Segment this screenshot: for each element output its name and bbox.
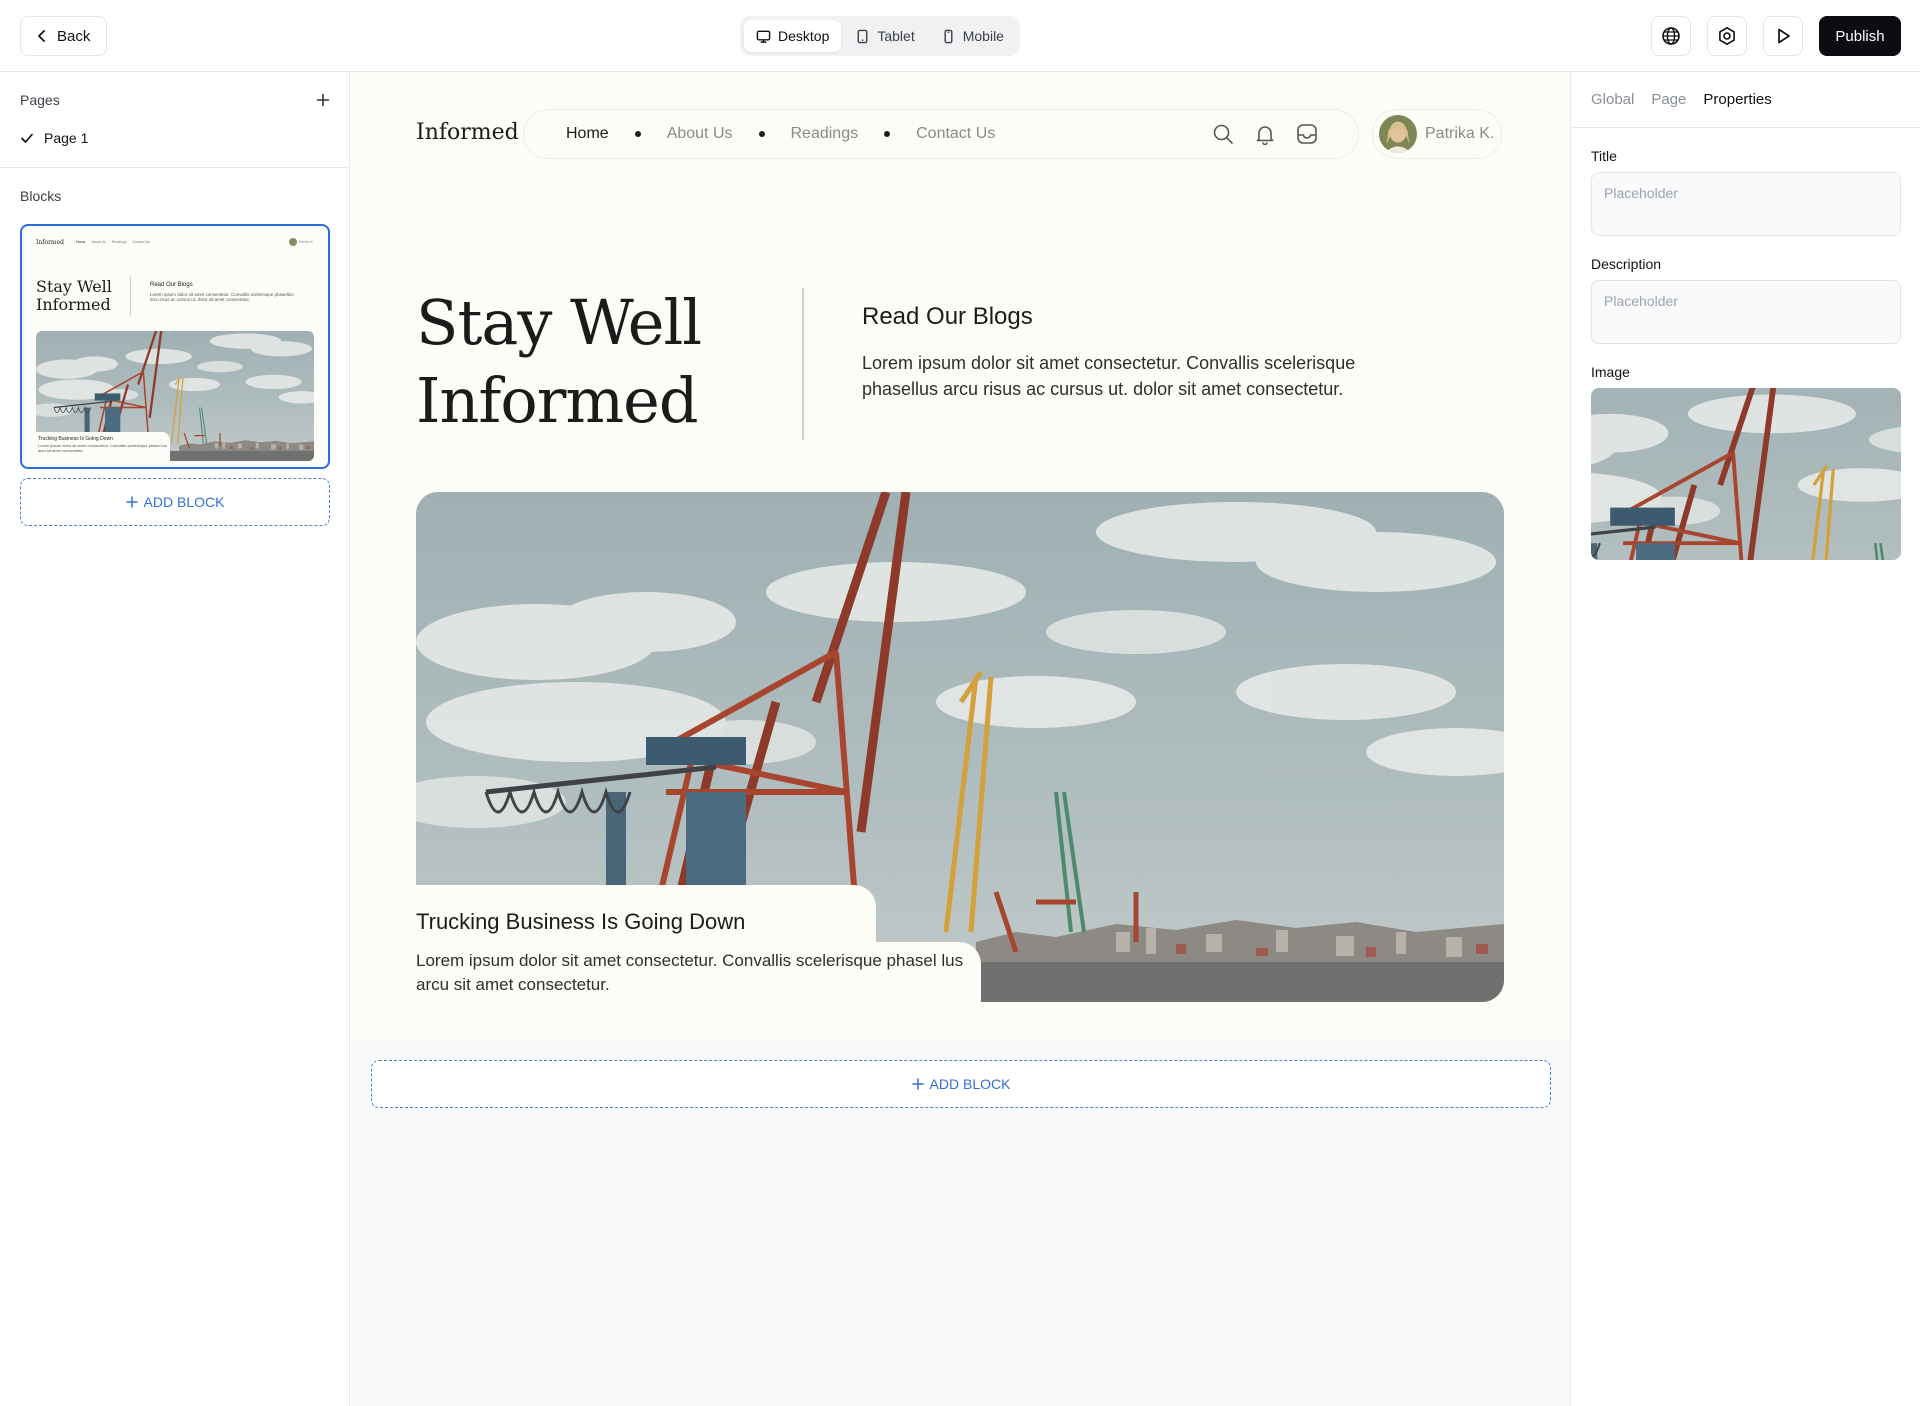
hero-title-line: Informed [416, 364, 699, 437]
block-thumbnail[interactable]: Informed Home About Us Readings Contact … [20, 224, 330, 469]
card-text[interactable]: Lorem ipsum dolor sit amet consectetur. … [416, 949, 981, 997]
check-icon [20, 131, 34, 145]
plus-icon [316, 93, 330, 107]
hero-block[interactable]: Informed Home About Us Readings Contact … [351, 72, 1570, 1040]
back-label: Back [57, 27, 91, 45]
avatar [1379, 115, 1417, 153]
thumb-nav: Informed Home About Us Readings Contact … [36, 236, 314, 248]
description-label: Description [1591, 256, 1662, 272]
left-panel: Pages Page 1 Blocks Informed Home About … [0, 72, 350, 1406]
add-block-button-canvas[interactable]: ADD BLOCK [371, 1060, 1551, 1108]
blog-text[interactable]: Lorem ipsum dolor sit amet consectetur. … [862, 350, 1402, 402]
thumb-card: Trucking Business Is Going Down Lorem ip… [36, 432, 170, 464]
preview-button[interactable] [1763, 16, 1803, 56]
top-bar: Back Desktop Tablet Mobile Publish [0, 0, 1920, 72]
nav-dot [758, 131, 765, 137]
add-block-label: ADD BLOCK [929, 1076, 1011, 1092]
thumb-avatar [288, 238, 297, 246]
tab-global[interactable]: Global [1591, 91, 1634, 108]
pages-header: Pages [20, 92, 330, 108]
tab-page[interactable]: Page [1651, 91, 1686, 108]
device-mobile-label: Mobile [962, 28, 1004, 44]
thumb-nav-link: Readings [111, 240, 127, 244]
thumb-blog-text: Lorem ipsum dolor sit amet consectetur. … [150, 292, 294, 302]
site-nav: Home About Us Readings Contact Us [523, 109, 1359, 159]
right-divider [1571, 127, 1920, 128]
image-label: Image [1591, 364, 1630, 380]
bell-icon[interactable] [1254, 123, 1276, 145]
description-field[interactable] [1591, 280, 1901, 344]
add-block-button[interactable]: ADD BLOCK [20, 478, 330, 526]
gear-icon [1717, 26, 1737, 46]
thumb-separator [130, 276, 131, 316]
thumb-nav-link: Home [76, 240, 86, 244]
properties-tabs: Global Page Properties [1591, 91, 1772, 108]
right-panel: Global Page Properties Title Description… [1570, 72, 1920, 1406]
thumb-nav-links: Home About Us Readings Contact Us [76, 240, 150, 244]
site-user-menu[interactable]: Patrika K. [1372, 109, 1502, 159]
thumb-nav-link: Contact Us [132, 240, 150, 244]
search-icon[interactable] [1212, 123, 1234, 145]
card-title[interactable]: Trucking Business Is Going Down [416, 909, 745, 935]
device-switcher: Desktop Tablet Mobile [740, 16, 1020, 56]
nav-icons [1212, 123, 1318, 145]
device-tablet-label: Tablet [877, 28, 915, 44]
nav-link-contact[interactable]: Contact Us [916, 125, 995, 143]
play-icon [1773, 26, 1793, 46]
thumb-user-name: Patrika K. [298, 240, 314, 244]
device-desktop-button[interactable]: Desktop [744, 20, 842, 52]
nav-link-readings[interactable]: Readings [791, 125, 859, 143]
back-button[interactable]: Back [20, 16, 108, 56]
device-desktop-label: Desktop [778, 28, 830, 44]
add-page-button[interactable] [316, 93, 330, 107]
thumb-card-title: Trucking Business Is Going Down [38, 436, 113, 442]
thumb-logo: Informed [36, 238, 65, 246]
page-item-label: Page 1 [44, 130, 89, 146]
plus-icon [911, 1078, 924, 1090]
left-divider [0, 167, 350, 168]
globe-icon [1661, 26, 1681, 46]
thumb-user: Patrika K. [288, 238, 314, 246]
plus-icon [125, 496, 138, 508]
hero-title-line: Stay Well [416, 286, 702, 359]
thumb-card-text: Lorem ipsum dolor sit amet consectetur. … [38, 443, 167, 453]
monitor-icon [756, 29, 771, 44]
image-preview[interactable] [1591, 388, 1901, 560]
nav-link-home[interactable]: Home [566, 125, 609, 143]
nav-dot [634, 131, 641, 137]
settings-button[interactable] [1707, 16, 1747, 56]
title-field[interactable] [1591, 172, 1901, 236]
thumb-nav-link: About Us [91, 240, 106, 244]
tab-properties[interactable]: Properties [1703, 91, 1771, 108]
blocks-title: Blocks [20, 188, 62, 204]
mobile-icon [941, 29, 956, 44]
thumb-hero-line: Stay Well [36, 277, 112, 296]
page-item-1[interactable]: Page 1 [20, 130, 88, 146]
chevron-left-icon [35, 29, 49, 43]
thumb-hero-title: Stay Well Informed [36, 278, 112, 314]
pages-title: Pages [20, 92, 60, 108]
add-block-label: ADD BLOCK [143, 494, 225, 510]
site-logo[interactable]: Informed [416, 120, 519, 145]
hero-separator [802, 288, 804, 440]
thumb-hero-line: Informed [36, 295, 111, 314]
device-tablet-button[interactable]: Tablet [843, 20, 926, 52]
language-button[interactable] [1651, 16, 1691, 56]
editor-canvas: Informed Home About Us Readings Contact … [351, 72, 1570, 1406]
publish-button[interactable]: Publish [1819, 16, 1901, 56]
nav-dot [884, 131, 891, 137]
title-label: Title [1591, 148, 1617, 164]
blog-title[interactable]: Read Our Blogs [862, 303, 1033, 331]
device-mobile-button[interactable]: Mobile [929, 20, 1016, 52]
thumb-blog-title: Read Our Blogs [150, 282, 193, 288]
tablet-icon [855, 29, 870, 44]
nav-link-about[interactable]: About Us [667, 125, 733, 143]
hero-title[interactable]: Stay Well Informed [416, 284, 702, 440]
inbox-icon[interactable] [1296, 123, 1318, 145]
site-user-name: Patrika K. [1425, 125, 1495, 142]
